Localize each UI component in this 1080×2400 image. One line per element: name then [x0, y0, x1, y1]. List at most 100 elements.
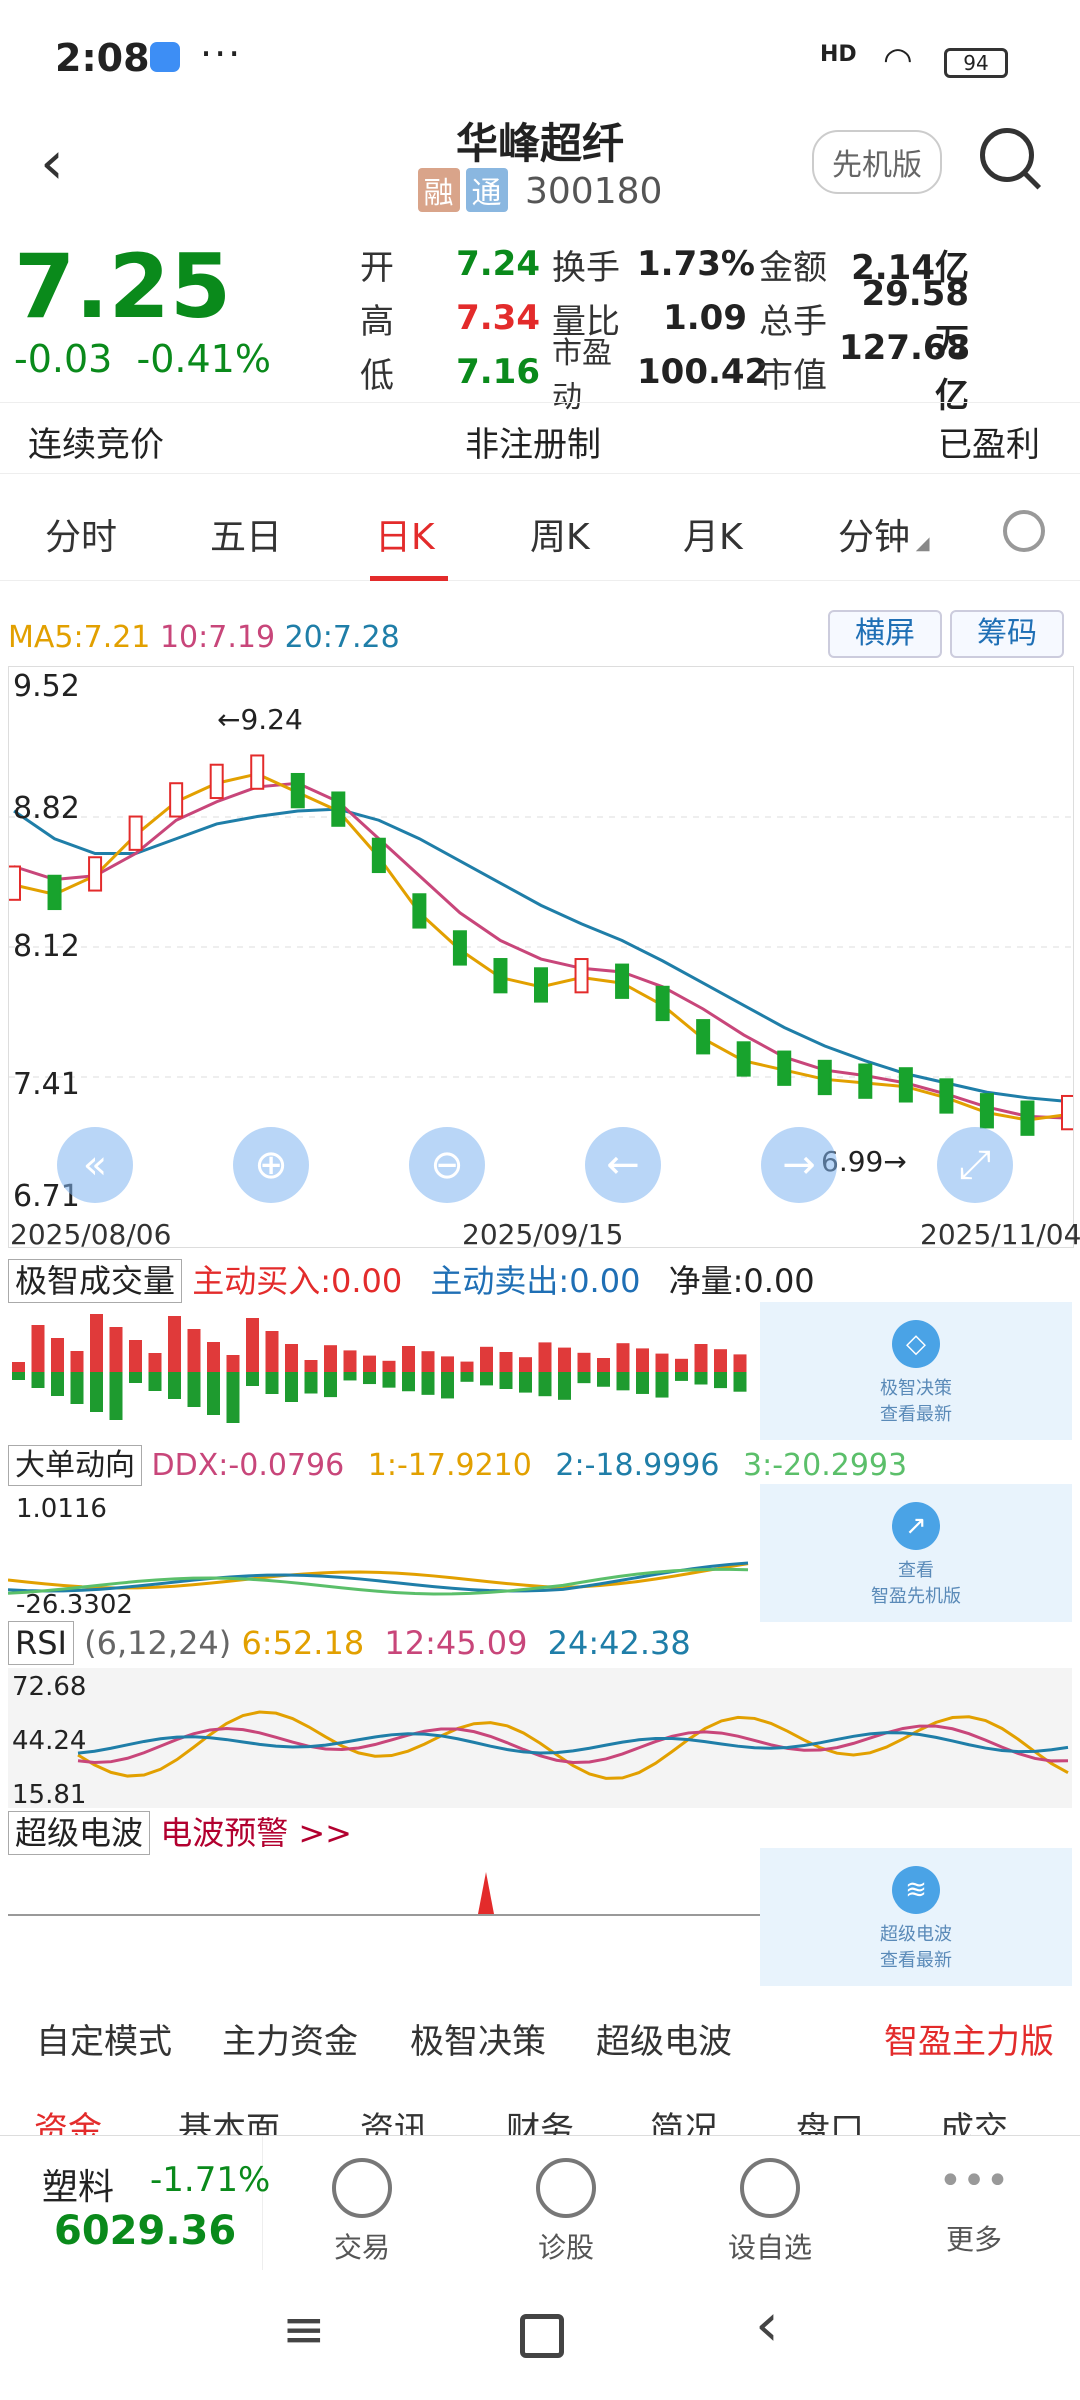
buy-bar — [324, 1345, 337, 1372]
y-tick: 7.41 — [13, 1067, 80, 1102]
stock-code: 300180 — [525, 171, 663, 212]
back-nav-icon[interactable]: ‹ — [755, 2290, 779, 2360]
volume-selector[interactable]: 极智成交量 — [8, 1259, 183, 1303]
ddx3-value: 3:-20.2993 — [743, 1448, 908, 1483]
candle — [939, 1078, 954, 1114]
rsi-lines — [77, 1710, 1069, 1780]
quote-row: 低 7.16 市盈动 100.42 市值 127.68亿 — [360, 328, 1070, 416]
buy-bar — [694, 1344, 708, 1372]
tab-monthly-k[interactable]: 月K — [683, 508, 743, 560]
trade-button[interactable]: 交易 — [262, 2136, 462, 2271]
zoom-in-icon[interactable]: ⊕ — [233, 1127, 309, 1203]
mode-main-funds[interactable]: 主力资金 — [222, 2014, 358, 2063]
sound-wave-icon: ≋ — [892, 1866, 940, 1914]
y-tick: 8.12 — [13, 929, 80, 964]
sell-bar — [168, 1372, 181, 1399]
quote-value: 1.73% — [637, 244, 755, 284]
sell-bar — [616, 1372, 630, 1391]
buy-bar — [187, 1329, 201, 1372]
trend-icon: ↗ — [892, 1502, 940, 1550]
buy-bar — [31, 1325, 45, 1372]
arrow-right-icon[interactable]: → — [761, 1127, 837, 1203]
candle — [452, 930, 467, 966]
last-price: 7.25 — [14, 235, 232, 338]
sell-bar — [363, 1372, 376, 1385]
ma-legend: MA5:7.21 10:7.19 20:7.28 — [8, 620, 400, 655]
buy-bar — [12, 1362, 25, 1372]
quote-value: 7.34 — [456, 298, 540, 338]
mode-decision[interactable]: 极智决策 — [410, 2014, 546, 2063]
zoom-out-icon[interactable]: ⊖ — [409, 1127, 485, 1203]
buy-bar — [460, 1361, 474, 1372]
landscape-button[interactable]: 横屏 — [828, 610, 942, 658]
ddx2-value: 2:-18.9996 — [555, 1448, 720, 1483]
y-tick: 9.52 — [13, 669, 80, 704]
sell-bar — [109, 1372, 123, 1420]
more-button[interactable]: ••• 更多 — [874, 2136, 1074, 2271]
buy-bar — [109, 1327, 123, 1372]
candle — [817, 1059, 832, 1096]
tab-five-day[interactable]: 五日 — [210, 508, 282, 560]
candle — [615, 963, 630, 999]
card-title: 超级电波 — [880, 1924, 952, 1945]
buy-bar — [616, 1343, 630, 1372]
buy-bar — [363, 1355, 376, 1372]
buy-bar — [382, 1360, 396, 1372]
wave-header: 超级电波 电波预警 >> — [8, 1808, 352, 1855]
candle — [1020, 1100, 1035, 1136]
sell-bar — [460, 1372, 474, 1382]
tab-intraday[interactable]: 分时 — [45, 508, 117, 560]
tab-minute[interactable]: 分钟 ◢ — [838, 508, 930, 560]
sell-bar — [226, 1372, 240, 1423]
kline-chart[interactable]: 9.52 8.82 8.12 7.41 6.71 ←9.24 6.99→ « ⊕… — [7, 666, 1075, 1248]
sell-bar — [265, 1372, 279, 1394]
ddx-selector[interactable]: 大单动向 — [8, 1445, 142, 1486]
ma5-value: MA5:7.21 — [8, 620, 151, 655]
wave-alert-link[interactable]: 电波预警 >> — [160, 1814, 352, 1852]
decision-card[interactable]: ◇ 极智决策 查看最新 — [760, 1302, 1072, 1440]
diagnose-button[interactable]: 诊股 — [466, 2136, 666, 2271]
sell-bar — [636, 1372, 649, 1394]
fullscreen-icon[interactable]: ⤢ — [937, 1127, 1013, 1203]
x-label: 2025/09/15 — [462, 1218, 624, 1251]
wave-card[interactable]: ≋ 超级电波 查看最新 — [760, 1848, 1072, 1986]
buy-bar — [148, 1353, 162, 1372]
menu-icon[interactable]: ≡ — [282, 2300, 326, 2360]
home-icon[interactable] — [520, 2314, 564, 2358]
mode-custom[interactable]: 自定模式 — [36, 2014, 172, 2063]
chips-button[interactable]: 筹码 — [950, 610, 1064, 658]
diagnose-icon — [536, 2158, 596, 2218]
arrow-left-icon[interactable]: ← — [585, 1127, 661, 1203]
pro-card[interactable]: ↗ 查看 智盈先机版 — [760, 1484, 1072, 1622]
price-change: -0.03 -0.41% — [14, 337, 271, 381]
sell-bar — [70, 1372, 84, 1404]
quote-label: 高 — [360, 301, 394, 342]
mode-wave[interactable]: 超级电波 — [596, 2014, 732, 2063]
card-subtitle: 智盈先机版 — [871, 1586, 961, 1607]
buy-bar — [343, 1350, 357, 1372]
mode-pro[interactable]: 智盈主力版 — [884, 2014, 1054, 2063]
index-ticker[interactable]: 塑料 -1.71% 6029.36 — [0, 2136, 270, 2271]
rewind-icon[interactable]: « — [57, 1127, 133, 1203]
ellipsis-icon: ••• — [938, 2158, 1010, 2204]
tab-weekly-k[interactable]: 周K — [530, 508, 590, 560]
rsi-selector[interactable]: RSI — [8, 1621, 74, 1665]
mode-button[interactable]: 先机版 — [812, 130, 942, 194]
card-subtitle: 查看最新 — [880, 1404, 952, 1425]
quote-value: 1.09 — [663, 298, 747, 338]
detail-tabs: 资金 基本面 资讯 财务 简况 盘口 成交 — [0, 2100, 1080, 2140]
trade-icon — [332, 2158, 392, 2218]
buy-bar — [636, 1348, 649, 1372]
buy-bar — [51, 1338, 64, 1372]
sell-bar — [31, 1372, 45, 1388]
search-icon[interactable] — [980, 128, 1034, 182]
tab-daily-k[interactable]: 日K — [375, 508, 435, 560]
quote-label: 换手 — [552, 247, 620, 288]
buy-bar — [168, 1316, 181, 1372]
x-label: 2025/08/06 — [10, 1218, 172, 1251]
gear-icon[interactable] — [1003, 510, 1045, 552]
candle — [777, 1050, 792, 1086]
add-watchlist-button[interactable]: 设自选 — [670, 2136, 870, 2271]
wave-selector[interactable]: 超级电波 — [8, 1811, 151, 1855]
rsi6-value: 6:52.18 — [241, 1624, 365, 1662]
